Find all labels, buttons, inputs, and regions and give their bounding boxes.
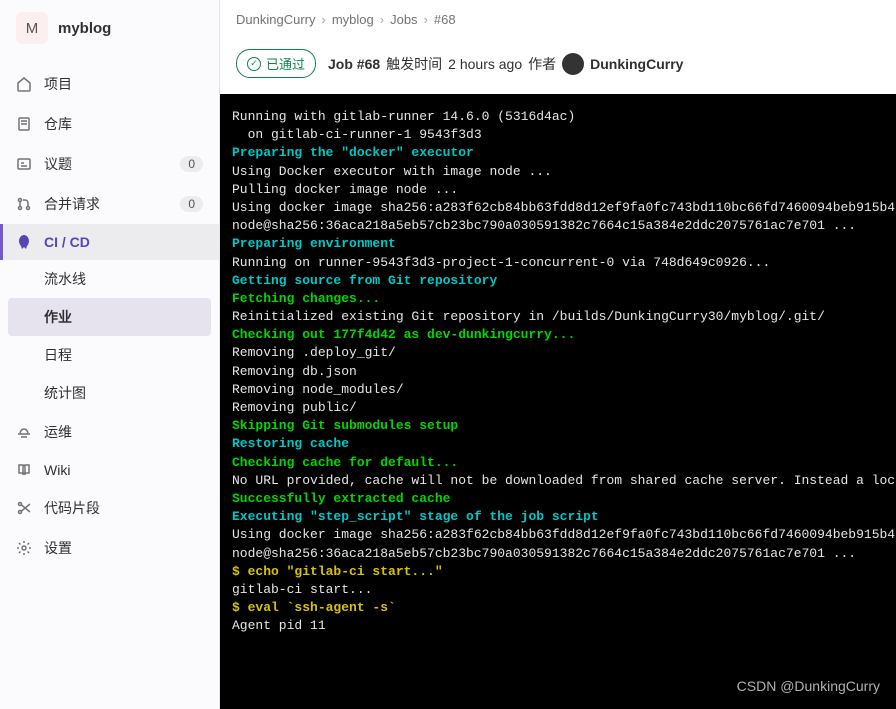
sidebar-item-label: 设置: [44, 538, 72, 558]
ops-icon: [16, 424, 32, 440]
log-line: Getting source from Git repository: [232, 272, 884, 290]
log-line: $ echo "gitlab-ci start...": [232, 563, 884, 581]
status-text: 已通过: [266, 54, 305, 73]
breadcrumb-item[interactable]: Jobs: [390, 12, 417, 27]
log-line: No URL provided, cache will not be downl…: [232, 472, 884, 490]
log-line: Restoring cache: [232, 435, 884, 453]
log-line: gitlab-ci start...: [232, 581, 884, 599]
sidebar-item-settings[interactable]: 设置: [0, 528, 219, 568]
cicd-sub-schedules[interactable]: 日程: [0, 336, 219, 374]
chevron-right-icon: ›: [424, 12, 428, 27]
log-line: $ eval `ssh-agent -s`: [232, 599, 884, 617]
time-ago: 2 hours ago: [448, 56, 522, 72]
book-icon: [16, 462, 32, 478]
cicd-sub-pipelines[interactable]: 流水线: [0, 260, 219, 298]
project-avatar: M: [16, 12, 48, 44]
log-line: Removing node_modules/: [232, 381, 884, 399]
log-line: node@sha256:36aca218a5eb57cb23bc790a0305…: [232, 545, 884, 563]
log-line: Using Docker executor with image node ..…: [232, 163, 884, 181]
sidebar-item-merge-requests[interactable]: 合并请求 0: [0, 184, 219, 224]
log-line: node@sha256:36aca218a5eb57cb23bc790a0305…: [232, 217, 884, 235]
job-title: Job #68: [328, 56, 380, 72]
scissors-icon: [16, 500, 32, 516]
sidebar-item-label: 项目: [44, 74, 72, 94]
cicd-sub-jobs[interactable]: 作业: [8, 298, 211, 336]
sidebar-item-label: 合并请求: [44, 194, 100, 214]
sidebar-item-label: 运维: [44, 422, 72, 442]
log-line: Running with gitlab-runner 14.6.0 (5316d…: [232, 108, 884, 126]
sidebar-item-project[interactable]: 项目: [0, 64, 219, 104]
log-line: Checking cache for default...: [232, 454, 884, 472]
cicd-sub-charts[interactable]: 统计图: [0, 374, 219, 412]
job-header: ✓ 已通过 Job #68 触发时间 2 hours ago 作者 Dunkin…: [220, 39, 896, 94]
sidebar-item-label: CI / CD: [44, 234, 90, 250]
check-circle-icon: ✓: [247, 57, 261, 71]
log-line: Removing .deploy_git/: [232, 344, 884, 362]
status-badge[interactable]: ✓ 已通过: [236, 49, 316, 78]
log-line: Checking out 177f4d42 as dev-dunkingcurr…: [232, 326, 884, 344]
sidebar-item-wiki[interactable]: Wiki: [0, 452, 219, 488]
badge-count: 0: [180, 156, 203, 172]
log-line: Fetching changes...: [232, 290, 884, 308]
sidebar-item-label: 仓库: [44, 114, 72, 134]
rocket-icon: [16, 234, 32, 250]
breadcrumb-item[interactable]: DunkingCurry: [236, 12, 315, 27]
breadcrumb: DunkingCurry › myblog › Jobs › #68: [220, 0, 896, 39]
sidebar-item-cicd[interactable]: CI / CD: [0, 224, 219, 260]
log-line: Removing public/: [232, 399, 884, 417]
home-icon: [16, 76, 32, 92]
cicd-submenu: 流水线 作业 日程 统计图: [0, 260, 219, 412]
sidebar-item-label: 代码片段: [44, 498, 100, 518]
issues-icon: [16, 156, 32, 172]
chevron-right-icon: ›: [380, 12, 384, 27]
job-meta: Job #68 触发时间 2 hours ago 作者 DunkingCurry: [328, 53, 683, 75]
avatar[interactable]: [562, 53, 584, 75]
log-line: Skipping Git submodules setup: [232, 417, 884, 435]
log-line: Reinitialized existing Git repository in…: [232, 308, 884, 326]
sidebar-item-snippets[interactable]: 代码片段: [0, 488, 219, 528]
sidebar-item-label: Wiki: [44, 462, 70, 478]
sidebar-item-ops[interactable]: 运维: [0, 412, 219, 452]
sidebar-nav: 项目 仓库 议题 0 合并请求 0 CI / CD 流水线 作业 日程 统计图: [0, 56, 219, 576]
sidebar-item-repo[interactable]: 仓库: [0, 104, 219, 144]
watermark: CSDN @DunkingCurry: [737, 677, 880, 697]
author-label: 作者: [528, 54, 556, 74]
log-line: Preparing the "docker" executor: [232, 144, 884, 162]
main-content: DunkingCurry › myblog › Jobs › #68 ✓ 已通过…: [220, 0, 896, 709]
job-log-terminal[interactable]: Running with gitlab-runner 14.6.0 (5316d…: [220, 94, 896, 709]
breadcrumb-item[interactable]: myblog: [332, 12, 374, 27]
log-line: Executing "step_script" stage of the job…: [232, 508, 884, 526]
log-line: Preparing environment: [232, 235, 884, 253]
gear-icon: [16, 540, 32, 556]
author-name[interactable]: DunkingCurry: [590, 56, 683, 72]
sidebar-item-issues[interactable]: 议题 0: [0, 144, 219, 184]
log-line: Pulling docker image node ...: [232, 181, 884, 199]
badge-count: 0: [180, 196, 203, 212]
log-line: Running on runner-9543f3d3-project-1-con…: [232, 254, 884, 272]
log-line: Removing db.json: [232, 363, 884, 381]
log-line: Using docker image sha256:a283f62cb84bb6…: [232, 526, 884, 544]
project-name: myblog: [58, 20, 111, 37]
trigger-label: 触发时间: [386, 54, 442, 74]
document-icon: [16, 116, 32, 132]
log-line: Agent pid 11: [232, 617, 884, 635]
sidebar: M myblog 项目 仓库 议题 0 合并请求 0 CI / CD 流水线 作…: [0, 0, 220, 709]
sidebar-item-label: 议题: [44, 154, 72, 174]
log-line: Successfully extracted cache: [232, 490, 884, 508]
merge-icon: [16, 196, 32, 212]
chevron-right-icon: ›: [321, 12, 325, 27]
log-line: Using docker image sha256:a283f62cb84bb6…: [232, 199, 884, 217]
project-header[interactable]: M myblog: [0, 0, 219, 56]
breadcrumb-item[interactable]: #68: [434, 12, 456, 27]
log-line: on gitlab-ci-runner-1 9543f3d3: [232, 126, 884, 144]
